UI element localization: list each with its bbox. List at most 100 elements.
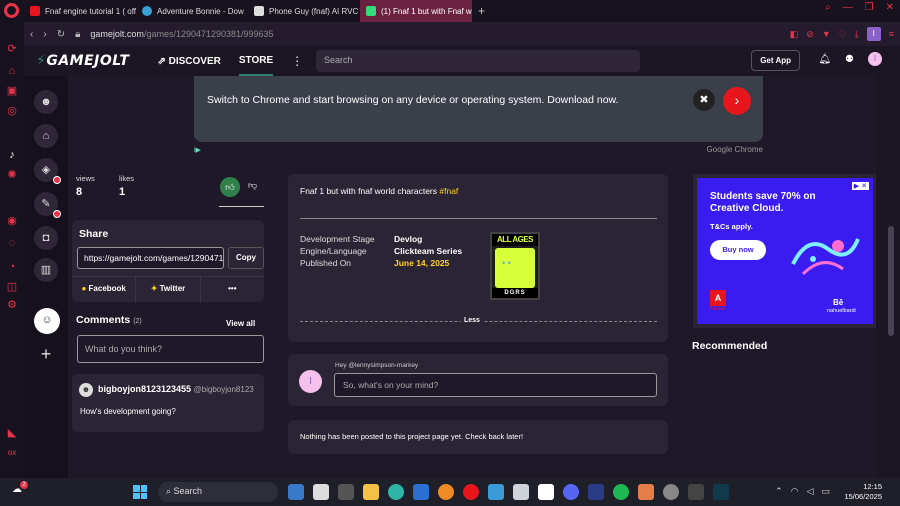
dislike-icon[interactable]: 👎︎ [248,180,257,191]
dev-stage-value[interactable]: Devlog [394,234,422,244]
download-icon[interactable]: ⤓ [855,29,859,40]
app-icon[interactable] [538,484,554,500]
clock-icon[interactable]: ◔ [5,260,19,274]
adchoices-icon[interactable]: ▶ ✕ [851,182,869,190]
blender-icon[interactable] [438,484,454,500]
file-explorer-icon[interactable] [288,484,304,500]
app-icon[interactable] [513,484,529,500]
pocket-icon[interactable]: ▼ [822,29,831,39]
app-icon[interactable] [638,484,654,500]
settings-icon[interactable]: ✺ [5,168,19,182]
menu-icon[interactable]: ≡ [889,29,894,39]
edge-icon[interactable] [388,484,404,500]
clock[interactable]: 12:15 15/06/2025 [844,482,882,502]
taskbar-search[interactable]: ⌕ Search [158,482,278,502]
url-field[interactable]: gamejolt.com/games/1290471290381/999635 [90,29,273,39]
store-shell-icon[interactable]: ⌂ [34,124,58,148]
messenger-icon[interactable]: ◉ [5,214,19,228]
library-shell-icon[interactable]: ▥ [34,258,58,282]
tab-3-active[interactable]: (1) Fnaf 1 but with Fnaf wo ✕ [360,0,472,22]
snapshot-icon[interactable]: ◧ [790,29,799,40]
friends-icon[interactable]: ⚉ [845,54,854,65]
spotify-icon[interactable] [613,484,629,500]
folder-icon[interactable] [363,484,379,500]
less-toggle[interactable]: Less [461,317,483,324]
discord-icon[interactable] [563,484,579,500]
close-ad-icon[interactable]: ✖ [693,89,715,111]
user-avatar[interactable]: I [868,52,882,66]
search-input[interactable]: Search [316,50,640,72]
history-icon[interactable]: ⟳ [5,42,19,56]
engine-value[interactable]: Clickteam Series [394,246,462,256]
app-icon[interactable] [588,484,604,500]
nav-discover[interactable]: ⇗ DISCOVER [157,56,220,67]
page-scrollbar[interactable] [876,76,900,478]
adchoices-icon[interactable]: i▶ [194,146,201,154]
wallet-icon[interactable]: ◫ [5,280,19,294]
chatgpt-icon[interactable]: ◎ [5,104,19,118]
windows-start-icon[interactable] [133,485,147,499]
volume-icon[interactable]: ◁ [807,486,814,497]
more-share-button[interactable]: ••• [201,277,264,302]
minimize-icon[interactable]: — [843,2,853,13]
post-input[interactable]: So, what's on your mind? [334,373,657,397]
reload-icon[interactable]: ↻ [57,29,65,40]
more-menu-icon[interactable]: ⋮ [291,54,303,68]
back-icon[interactable]: ‹ [30,29,33,40]
facebook-share-button[interactable]: ● Facebook [72,277,137,302]
battery-icon[interactable]: ▭ [821,486,830,497]
settings-icon[interactable] [663,484,679,500]
view-all-link[interactable]: View all [226,319,255,328]
profile-avatar[interactable]: I [866,27,881,41]
adobe-ad[interactable]: ▶ ✕ Students save 70% on Creative Cloud.… [693,174,876,328]
discover-shell-icon[interactable]: ☻ [34,90,58,114]
opera-icon[interactable] [463,484,479,500]
share-url-field[interactable]: https://gamejolt.com/games/1290471290381… [77,247,224,269]
get-app-button[interactable]: Get App [751,50,800,71]
nav-store[interactable]: STORE [238,46,274,76]
bookmark-icon[interactable]: ♡ [839,29,847,40]
whatsapp-icon[interactable]: ◌ [5,236,19,250]
aria-icon[interactable]: ▣ [5,84,19,98]
tab-0[interactable]: Fnaf engine tutorial 1 ( off [24,0,136,22]
fnaf-icon[interactable] [338,484,354,500]
like-button[interactable]: 👍︎ [220,177,240,197]
commenter-name[interactable]: bigboyjon8123123455 @bigboyjon8123 [98,384,254,394]
app-icon[interactable] [488,484,504,500]
commenter-avatar[interactable]: ☻ [79,383,93,397]
community-avatar[interactable]: ☺ [34,308,60,334]
chevron-up-icon[interactable]: ⌃ [775,486,783,497]
tab-1[interactable]: Adventure Bonnie - Dow [136,0,248,22]
chrome-ad[interactable]: Switch to Chrome and start browsing on a… [194,76,763,142]
user-avatar[interactable]: I [299,370,322,393]
add-community-icon[interactable]: + [34,342,58,366]
music-icon[interactable]: ◣ [5,426,19,440]
notifications-icon[interactable]: 🔔︎ [818,54,831,65]
tiktok-icon[interactable]: ♪ [5,148,19,162]
hashtag-link[interactable]: #fnaf [439,186,458,196]
ad-go-icon[interactable]: › [723,87,751,115]
close-icon[interactable]: ✕ [886,2,894,13]
mic-icon[interactable] [688,484,704,500]
ox-icon[interactable]: ox [5,446,19,460]
terminal-icon[interactable] [313,484,329,500]
shopping-icon[interactable]: ⌂ [5,64,19,78]
chat-shell-icon[interactable]: ◘ [34,226,58,250]
forward-icon[interactable]: › [43,29,46,40]
maximize-icon[interactable]: ❐ [865,2,874,13]
quests-shell-icon[interactable]: ✎ [34,192,61,218]
tab-2[interactable]: Phone Guy (fnaf) AI RVC [248,0,360,22]
store-icon[interactable] [413,484,429,500]
inventory-shell-icon[interactable]: ◈ [34,158,61,184]
adblock-icon[interactable]: ⊘ [806,29,814,40]
gamejolt-logo[interactable]: ⚡GAMEJOLT [36,53,129,69]
buy-now-button[interactable]: Buy now [710,240,766,260]
gear-icon[interactable]: ⚙ [5,298,19,312]
new-tab-button[interactable]: + [472,4,491,18]
twitter-share-button[interactable]: ✦ Twitter [136,277,201,302]
opera-logo-icon[interactable] [4,3,19,18]
app-icon[interactable] [713,484,729,500]
comment-input[interactable]: What do you think? [77,335,264,363]
search-tabs-icon[interactable]: ⌕ [825,2,831,13]
copy-button[interactable]: Copy [228,247,264,269]
